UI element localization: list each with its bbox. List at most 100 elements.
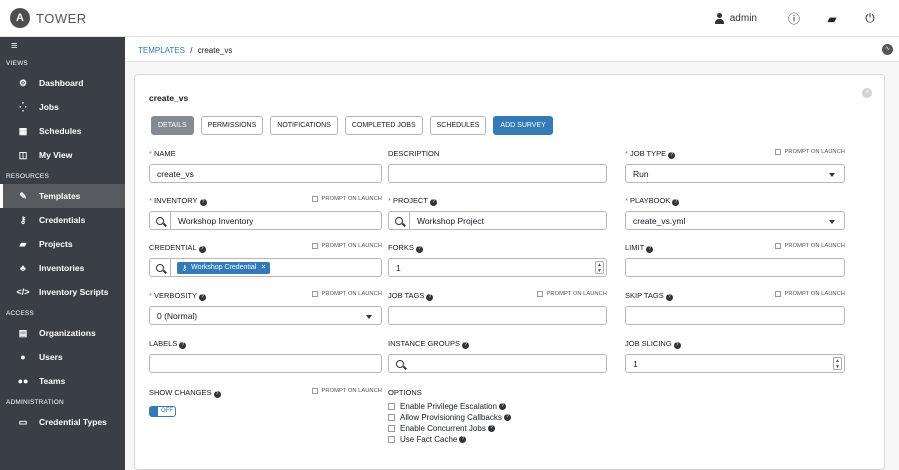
user-icon[interactable] [714,13,725,24]
sidebar-item-teams[interactable]: ●● Teams [0,369,125,393]
prompt-on-launch-checkbox[interactable]: PROMPT ON LAUNCH [774,291,845,297]
book-icon[interactable]: ▰ [823,12,841,26]
calendar-icon: ▦ [18,125,28,136]
help-icon[interactable]: ? [213,391,221,398]
tab-notifications[interactable]: NOTIFICATIONS [270,116,338,135]
show-changes-toggle[interactable]: OFF [149,406,176,417]
playbook-select[interactable]: create_vs.yml [625,211,845,230]
option-checkbox[interactable]: Enable Privilege Escalation? [388,401,607,411]
number-stepper[interactable]: ▲ ▼ [833,357,842,370]
sidebar-item-dashboard[interactable]: ⚙ Dashboard [0,71,125,95]
option-checkbox[interactable]: Allow Provisioning Callbacks? [388,412,607,422]
add-survey-button[interactable]: ADD SURVEY [493,116,553,135]
help-icon[interactable]: ? [179,342,187,349]
search-icon[interactable] [389,212,410,229]
limit-input[interactable] [625,258,845,277]
tab-completed-jobs[interactable]: COMPLETED JOBS [344,116,423,135]
sidebar-item-label: Credentials [39,215,86,225]
prompt-on-launch-checkbox[interactable]: PROMPT ON LAUNCH [311,243,382,249]
breadcrumb-current: create_vs [197,46,233,55]
form-tabs: DETAILS PERMISSIONS NOTIFICATIONS COMPLE… [151,116,560,135]
power-icon[interactable]: ⏻ [861,11,879,26]
sidebar-item-templates[interactable]: ✎ Templates [0,184,125,208]
help-icon[interactable]: ? [487,424,495,432]
show-changes-label: SHOW CHANGES [149,388,212,397]
activity-stream-icon[interactable]: ∿ [882,44,893,55]
help-icon[interactable]: ? [673,342,681,349]
sidebar-item-my-view[interactable]: ◫ My View [0,143,125,167]
prompt-on-launch-checkbox[interactable]: PROMPT ON LAUNCH [774,149,845,155]
help-icon[interactable]: ? [668,152,676,159]
prompt-on-launch-checkbox[interactable]: PROMPT ON LAUNCH [536,291,607,297]
tab-schedules[interactable]: SCHEDULES [429,116,487,135]
info-icon[interactable]: ⓘ [785,10,803,27]
tower-logo[interactable]: A TOWER [10,8,87,28]
credential-lookup[interactable]: ⚷ Workshop Credential × [149,258,382,277]
help-icon[interactable]: ? [430,199,438,206]
number-stepper[interactable]: ▲ ▼ [595,261,604,274]
tab-permissions[interactable]: PERMISSIONS [200,116,264,135]
search-icon[interactable] [150,259,171,276]
search-icon[interactable] [150,212,171,229]
help-icon[interactable]: ? [646,246,654,253]
description-label: DESCRIPTION [388,149,440,158]
description-input[interactable] [388,164,607,183]
sidebar-item-organizations[interactable]: ▤ Organizations [0,321,125,345]
checkbox-box[interactable] [388,424,395,432]
help-icon[interactable]: ? [498,402,506,410]
skip-tags-input[interactable] [625,306,845,325]
labels-input[interactable] [149,354,382,373]
search-icon[interactable] [389,355,410,372]
option-checkbox[interactable]: Enable Concurrent Jobs? [388,423,607,433]
required-marker: * [625,196,628,205]
option-label: Allow Provisioning Callbacks [400,412,502,422]
sidebar-item-jobs[interactable]: ⁛ Jobs [0,95,125,119]
prompt-on-launch-checkbox[interactable]: PROMPT ON LAUNCH [774,243,845,249]
prompt-on-launch-checkbox[interactable]: PROMPT ON LAUNCH [311,388,382,394]
help-icon[interactable]: ? [198,246,206,253]
sidebar-item-label: Templates [39,191,81,201]
users-icon: ●● [17,376,29,386]
help-icon[interactable]: ? [461,342,469,349]
sidebar-item-inventories[interactable]: ♣ Inventories [0,256,125,280]
checkbox-box[interactable] [388,413,395,421]
help-icon[interactable]: ? [198,294,206,301]
help-icon[interactable]: ? [672,199,680,206]
inventory-lookup[interactable]: Workshop Inventory [149,211,382,230]
checkbox-box[interactable] [388,402,395,410]
help-icon[interactable]: ? [199,199,207,206]
job-slicing-input[interactable]: 1 ▲ ▼ [625,354,845,373]
job-tags-input[interactable] [388,306,607,325]
help-icon[interactable]: ? [459,435,467,443]
name-input[interactable]: create_vs [149,164,382,183]
prompt-on-launch-checkbox[interactable]: PROMPT ON LAUNCH [311,291,382,297]
instance-groups-lookup[interactable] [388,354,607,373]
help-icon[interactable]: ? [503,413,511,421]
help-icon[interactable]: ? [415,246,423,253]
username-link[interactable]: admin [730,13,757,24]
options-field-group: OPTIONS Enable Privilege Escalation? Allo… [388,388,607,444]
project-lookup[interactable]: Workshop Project [388,211,607,230]
help-icon[interactable]: ? [426,294,434,301]
remove-tag-icon[interactable]: × [261,264,265,271]
sidebar-item-schedules[interactable]: ▦ Schedules [0,119,125,143]
checkbox-box[interactable] [388,435,395,443]
sidebar-item-credentials[interactable]: ⚷ Credentials [0,208,125,232]
breadcrumb: TEMPLATES / create_vs ∿ [125,37,899,62]
inventory-value: Workshop Inventory [178,215,254,226]
verbosity-select[interactable]: 0 (Normal) [149,306,382,325]
hamburger-icon[interactable]: ≡ [0,37,125,54]
prompt-on-launch-checkbox[interactable]: PROMPT ON LAUNCH [311,196,382,202]
close-icon[interactable]: × [862,88,872,98]
sidebar-item-inventory-scripts[interactable]: </> Inventory Scripts [0,280,125,304]
option-label: Use Fact Cache [400,434,458,444]
job-type-select[interactable]: Run [625,164,845,183]
help-icon[interactable]: ? [665,294,673,301]
option-checkbox[interactable]: Use Fact Cache? [388,434,607,444]
tab-details[interactable]: DETAILS [151,116,194,135]
breadcrumb-templates-link[interactable]: TEMPLATES [138,46,185,55]
sidebar-item-users[interactable]: ● Users [0,345,125,369]
sidebar-item-credential-types[interactable]: ▭ Credential Types [0,410,125,434]
forks-input[interactable]: 1 ▲ ▼ [388,258,607,277]
sidebar-item-projects[interactable]: ▰ Projects [0,232,125,256]
